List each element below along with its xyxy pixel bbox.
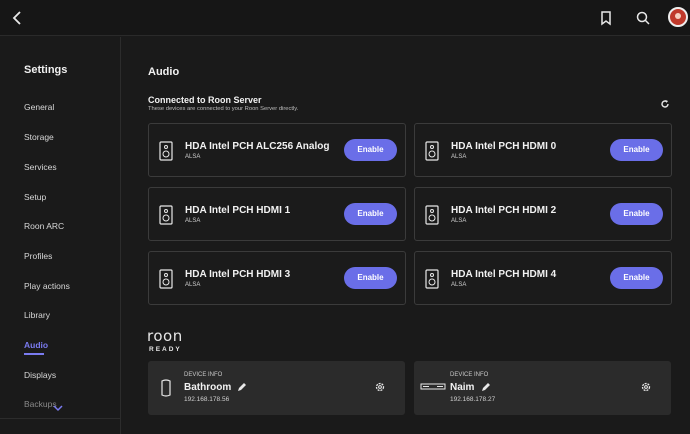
device-card: HDA Intel PCH ALC256 Analog ALSA Enable [148,123,406,177]
speaker-icon [425,205,439,225]
edit-pencil-icon[interactable] [481,382,491,392]
sidebar-item-play-actions[interactable]: Play actions [24,281,70,291]
roon-logo: roon [147,327,183,345]
device-driver: ALSA [451,218,467,224]
device-name: HDA Intel PCH HDMI 2 [451,205,557,216]
user-avatar[interactable] [668,7,688,27]
device-name: HDA Intel PCH HDMI 1 [185,205,291,216]
device-ip: 192.168.178.56 [184,396,230,403]
top-bar [0,0,690,36]
device-name: HDA Intel PCH HDMI 4 [451,269,557,280]
device-card: HDA Intel PCH HDMI 1 ALSA Enable [148,187,406,241]
roon-ready-device-card[interactable]: DEVICE INFO Naim 192.168.178.27 [414,361,671,415]
sidebar-item-general[interactable]: General [24,102,54,112]
sidebar-item-audio[interactable]: Audio [24,340,48,350]
enable-button[interactable]: Enable [610,203,663,225]
device-name: HDA Intel PCH ALC256 Analog [185,141,330,152]
sidebar-item-storage[interactable]: Storage [24,132,54,142]
device-driver: ALSA [185,218,201,224]
gear-icon[interactable] [374,381,386,393]
device-card: HDA Intel PCH HDMI 3 ALSA Enable [148,251,406,305]
sidebar-item-profiles[interactable]: Profiles [24,251,52,261]
device-name: Naim [450,382,475,393]
enable-button[interactable]: Enable [610,139,663,161]
connected-section-subtitle: These devices are connected to your Roon… [148,106,299,112]
chevron-down-icon[interactable] [53,404,63,412]
speaker-icon [159,141,173,161]
settings-sidebar: Settings General Storage Services Setup … [0,37,121,434]
device-name: HDA Intel PCH HDMI 3 [185,269,291,280]
active-indicator [24,353,44,355]
enable-button[interactable]: Enable [610,267,663,289]
enable-button[interactable]: Enable [344,139,397,161]
device-driver: ALSA [451,154,467,160]
device-card: HDA Intel PCH HDMI 2 ALSA Enable [414,187,672,241]
enable-button[interactable]: Enable [344,267,397,289]
back-arrow-icon[interactable] [8,8,28,28]
device-driver: ALSA [185,154,201,160]
connected-section-title: Connected to Roon Server [148,95,262,105]
sidebar-item-services[interactable]: Services [24,162,57,172]
streamer-box-icon [420,383,446,390]
device-info-label: DEVICE INFO [184,372,223,378]
sidebar-footer [0,418,121,434]
device-card: HDA Intel PCH HDMI 4 ALSA Enable [414,251,672,305]
speaker-icon [425,141,439,161]
device-name: Bathroom [184,382,232,393]
device-info-label: DEVICE INFO [450,372,489,378]
device-ip: 192.168.178.27 [450,396,496,403]
enable-button[interactable]: Enable [344,203,397,225]
speaker-icon [425,269,439,289]
roon-ready-device-card[interactable]: DEVICE INFO Bathroom 192.168.178.56 [148,361,405,415]
sidebar-item-roon-arc[interactable]: Roon ARC [24,221,64,231]
search-icon[interactable] [633,8,653,28]
device-driver: ALSA [451,282,467,288]
device-card: HDA Intel PCH HDMI 0 ALSA Enable [414,123,672,177]
speaker-icon [159,269,173,289]
page-title: Audio [148,66,180,78]
sidebar-item-displays[interactable]: Displays [24,370,56,380]
gear-icon[interactable] [640,381,652,393]
sidebar-item-library[interactable]: Library [24,310,50,320]
edit-pencil-icon[interactable] [237,382,247,392]
speaker-tower-icon [161,379,171,397]
refresh-icon[interactable] [660,99,670,109]
device-driver: ALSA [185,282,201,288]
sidebar-item-backups[interactable]: Backups [24,399,57,409]
speaker-icon [159,205,173,225]
sidebar-title: Settings [24,64,68,76]
roon-ready-tag: READY [149,346,182,353]
bookmark-icon[interactable] [596,8,616,28]
device-name: HDA Intel PCH HDMI 0 [451,141,557,152]
sidebar-item-setup[interactable]: Setup [24,192,46,202]
